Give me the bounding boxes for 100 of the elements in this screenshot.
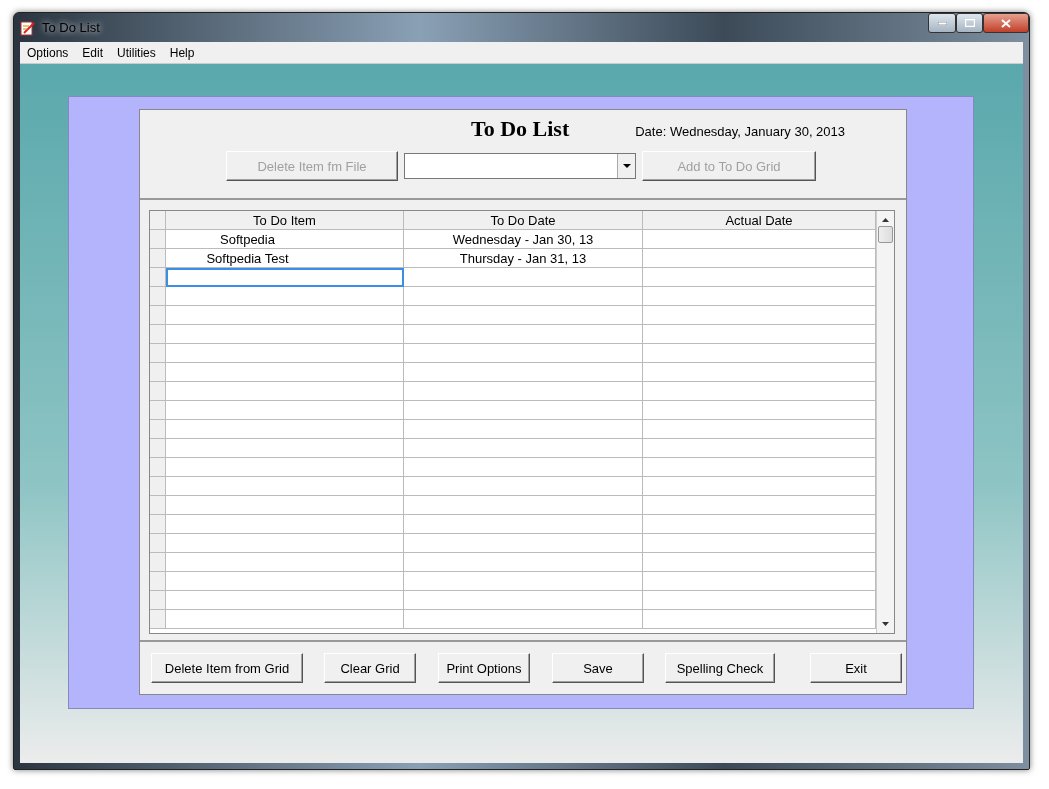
menu-item[interactable]: Utilities xyxy=(110,45,163,60)
grid-cell[interactable] xyxy=(643,477,876,496)
grid-cell[interactable] xyxy=(643,534,876,553)
row-header[interactable] xyxy=(150,325,166,344)
grid-cell[interactable] xyxy=(404,534,643,553)
grid-cell[interactable] xyxy=(643,420,876,439)
todo-item-cell[interactable]: Softpedia xyxy=(166,230,404,249)
grid-cell[interactable] xyxy=(643,610,876,629)
row-header[interactable] xyxy=(150,591,166,610)
grid-cell[interactable] xyxy=(166,382,404,401)
new-item-cell[interactable] xyxy=(166,268,404,287)
row-header[interactable] xyxy=(150,553,166,572)
row-header[interactable] xyxy=(150,249,166,268)
grid-cell[interactable] xyxy=(404,496,643,515)
todo-item-cell[interactable]: Softpedia Test xyxy=(166,249,404,268)
grid-cell[interactable] xyxy=(643,553,876,572)
grid-cell[interactable] xyxy=(404,287,643,306)
grid-cell[interactable] xyxy=(166,287,404,306)
grid-cell[interactable] xyxy=(404,306,643,325)
grid-cell[interactable] xyxy=(166,325,404,344)
menu-item[interactable]: Edit xyxy=(75,45,111,60)
item-dropdown[interactable] xyxy=(404,153,636,179)
action-button[interactable]: Exit xyxy=(810,653,902,683)
grid-cell[interactable] xyxy=(404,591,643,610)
grid-cell[interactable] xyxy=(404,610,643,629)
grid-cell[interactable] xyxy=(643,382,876,401)
grid-cell[interactable] xyxy=(643,249,876,268)
grid-cell[interactable] xyxy=(404,553,643,572)
grid-cell[interactable] xyxy=(643,458,876,477)
grid-cell[interactable] xyxy=(404,401,643,420)
grid-cell[interactable] xyxy=(166,401,404,420)
grid-cell[interactable] xyxy=(166,363,404,382)
grid-cell[interactable] xyxy=(643,363,876,382)
grid-cell[interactable] xyxy=(166,572,404,591)
column-header[interactable]: Actual Date xyxy=(643,211,876,230)
row-header[interactable] xyxy=(150,344,166,363)
grid-cell[interactable] xyxy=(643,287,876,306)
grid-cell[interactable] xyxy=(643,401,876,420)
grid-cell[interactable] xyxy=(643,306,876,325)
menu-item[interactable]: Options xyxy=(20,45,76,60)
grid-cell[interactable] xyxy=(166,477,404,496)
row-header[interactable] xyxy=(150,382,166,401)
grid-cell[interactable] xyxy=(166,458,404,477)
action-button[interactable]: Delete Item from Grid xyxy=(151,653,303,683)
grid-cell[interactable] xyxy=(404,439,643,458)
action-button[interactable]: Clear Grid xyxy=(324,653,416,683)
grid-cell[interactable] xyxy=(166,420,404,439)
scroll-thumb[interactable] xyxy=(878,226,893,243)
row-header[interactable] xyxy=(150,268,166,287)
grid-cell[interactable] xyxy=(643,572,876,591)
grid-cell[interactable] xyxy=(166,610,404,629)
grid-cell[interactable] xyxy=(404,344,643,363)
maximize-button[interactable] xyxy=(956,13,983,33)
action-button[interactable]: Print Options xyxy=(438,653,530,683)
grid-cell[interactable] xyxy=(404,268,643,287)
grid-cell[interactable] xyxy=(166,344,404,363)
grid-cell[interactable] xyxy=(166,591,404,610)
grid-cell[interactable] xyxy=(404,477,643,496)
row-header[interactable] xyxy=(150,363,166,382)
grid-cell[interactable] xyxy=(643,230,876,249)
row-header[interactable] xyxy=(150,287,166,306)
minimize-button[interactable] xyxy=(928,13,956,33)
grid-cell[interactable] xyxy=(166,553,404,572)
row-header[interactable] xyxy=(150,496,166,515)
action-button[interactable]: Spelling Check xyxy=(665,653,775,683)
row-header[interactable] xyxy=(150,401,166,420)
grid-cell[interactable] xyxy=(404,363,643,382)
grid-cell[interactable] xyxy=(643,268,876,287)
menu-item[interactable]: Help xyxy=(162,45,202,60)
todo-date-cell[interactable]: Thursday - Jan 31, 13 xyxy=(404,249,643,268)
grid-cell[interactable] xyxy=(166,439,404,458)
grid-cell[interactable] xyxy=(166,534,404,553)
row-header[interactable] xyxy=(150,306,166,325)
action-button[interactable]: Save xyxy=(552,653,644,683)
grid-cell[interactable] xyxy=(404,382,643,401)
row-header[interactable] xyxy=(150,515,166,534)
row-header[interactable] xyxy=(150,572,166,591)
row-header[interactable] xyxy=(150,420,166,439)
row-header[interactable] xyxy=(150,610,166,629)
row-header[interactable] xyxy=(150,230,166,249)
grid-cell[interactable] xyxy=(404,572,643,591)
close-button[interactable] xyxy=(983,13,1029,33)
grid-cell[interactable] xyxy=(166,496,404,515)
grid-cell[interactable] xyxy=(643,515,876,534)
grid-cell[interactable] xyxy=(404,420,643,439)
row-header[interactable] xyxy=(150,477,166,496)
todo-date-cell[interactable]: Wednesday - Jan 30, 13 xyxy=(404,230,643,249)
row-header[interactable] xyxy=(150,439,166,458)
grid-cell[interactable] xyxy=(643,496,876,515)
row-header[interactable] xyxy=(150,534,166,553)
row-header[interactable] xyxy=(150,458,166,477)
column-header[interactable]: To Do Date xyxy=(404,211,643,230)
grid-cell[interactable] xyxy=(404,325,643,344)
column-header[interactable]: To Do Item xyxy=(166,211,404,230)
grid-cell[interactable] xyxy=(404,458,643,477)
grid-cell[interactable] xyxy=(643,439,876,458)
grid-cell[interactable] xyxy=(643,344,876,363)
vertical-scrollbar[interactable] xyxy=(876,211,894,633)
grid-cell[interactable] xyxy=(643,325,876,344)
grid-cell[interactable] xyxy=(166,515,404,534)
